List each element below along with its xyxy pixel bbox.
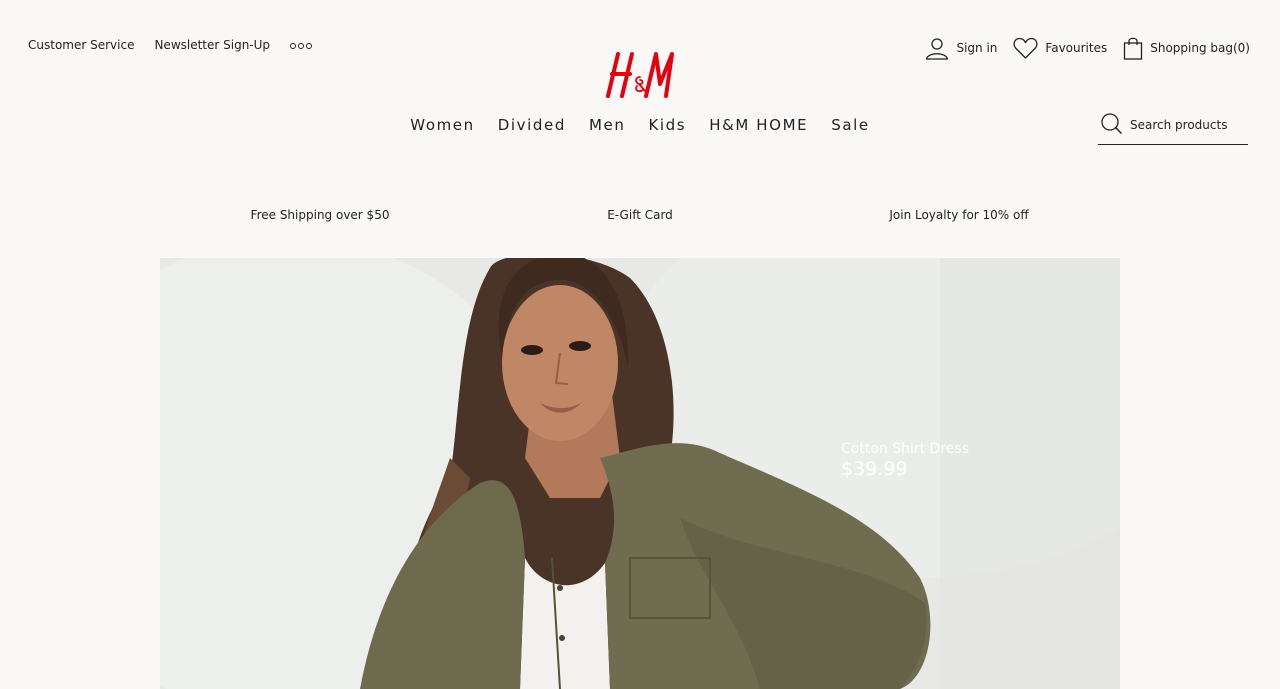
nav-item-divided[interactable]: Divided xyxy=(498,116,566,134)
nav-item-hm-home[interactable]: H&M HOME xyxy=(709,116,808,134)
favourites-button[interactable]: Favourites xyxy=(1013,37,1107,59)
account-links: Sign in Favourites Shopping bag(0) xyxy=(925,36,1250,60)
heart-icon xyxy=(1013,37,1038,59)
search-bar xyxy=(1098,113,1248,145)
shopping-bag-button[interactable]: Shopping bag(0) xyxy=(1123,36,1250,60)
nav-item-sale[interactable]: Sale xyxy=(831,116,870,134)
search-input[interactable] xyxy=(1130,118,1240,132)
nav-item-men[interactable]: Men xyxy=(589,116,625,134)
promo-bar: Free Shipping over $50 E-Gift Card Join … xyxy=(160,208,1120,228)
sign-in-button[interactable]: Sign in xyxy=(925,36,997,60)
promo-egift-card[interactable]: E-Gift Card xyxy=(607,208,673,222)
hero-caption[interactable]: Cotton Shirt Dress $39.99 xyxy=(841,441,969,480)
promo-join-loyalty[interactable]: Join Loyalty for 10% off xyxy=(889,208,1028,222)
newsletter-signup-link[interactable]: Newsletter Sign-Up xyxy=(154,38,270,52)
hero-product-name: Cotton Shirt Dress xyxy=(841,441,969,457)
hm-logo[interactable] xyxy=(604,50,676,100)
promo-free-shipping[interactable]: Free Shipping over $50 xyxy=(251,208,390,222)
more-icon[interactable] xyxy=(290,38,313,52)
nav-item-women[interactable]: Women xyxy=(410,116,474,134)
favourites-label: Favourites xyxy=(1045,41,1108,55)
main-navigation: Women Divided Men Kids H&M HOME Sale xyxy=(0,116,1280,134)
shopping-bag-label: Shopping bag(0) xyxy=(1150,41,1250,55)
user-icon xyxy=(926,38,949,60)
customer-service-link[interactable]: Customer Service xyxy=(28,38,134,52)
search-icon[interactable] xyxy=(1100,113,1122,135)
hero-product-price: $39.99 xyxy=(841,458,908,480)
hero-banner[interactable]: Cotton Shirt Dress $39.99 xyxy=(160,258,1120,689)
bag-icon xyxy=(1124,37,1143,60)
top-utility-links: Customer Service Newsletter Sign-Up xyxy=(28,38,313,52)
nav-item-kids[interactable]: Kids xyxy=(648,116,686,134)
hero-model-photo xyxy=(160,258,1120,689)
sign-in-label: Sign in xyxy=(956,41,998,55)
